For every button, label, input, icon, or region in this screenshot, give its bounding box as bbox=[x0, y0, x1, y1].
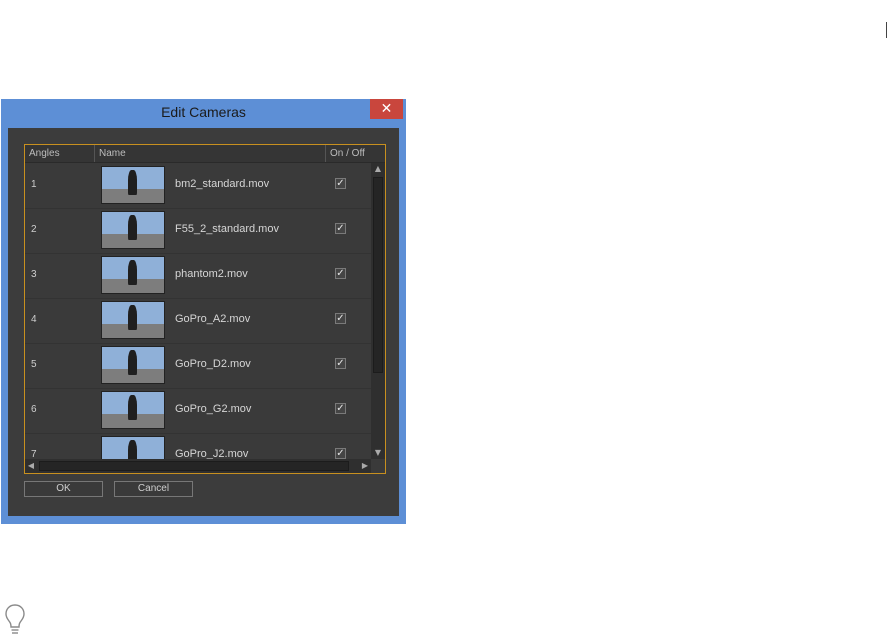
camera-row[interactable]: 3 phantom2.mov ✓ bbox=[25, 253, 371, 299]
page-edge-mark bbox=[886, 22, 887, 38]
angle-number: 2 bbox=[31, 224, 37, 235]
angle-number: 7 bbox=[31, 449, 37, 459]
clip-name: phantom2.mov bbox=[175, 268, 248, 280]
clip-name: GoPro_J2.mov bbox=[175, 448, 249, 459]
scroll-down-arrow-icon[interactable]: ▼ bbox=[371, 447, 385, 459]
on-off-checkbox[interactable]: ✓ bbox=[335, 403, 346, 414]
vertical-scroll-thumb[interactable] bbox=[373, 177, 383, 373]
clip-name: bm2_standard.mov bbox=[175, 178, 270, 190]
thumbnail-skater bbox=[128, 349, 137, 376]
angle-number: 1 bbox=[31, 179, 37, 190]
on-off-checkbox[interactable]: ✓ bbox=[335, 178, 346, 189]
on-off-checkbox[interactable]: ✓ bbox=[335, 358, 346, 369]
on-off-checkbox[interactable]: ✓ bbox=[335, 268, 346, 279]
camera-row[interactable]: 5 GoPro_D2.mov ✓ bbox=[25, 343, 371, 389]
clip-thumbnail bbox=[101, 391, 165, 429]
camera-row[interactable]: 2 F55_2_standard.mov ✓ bbox=[25, 208, 371, 254]
angle-number: 5 bbox=[31, 359, 37, 370]
column-header-name[interactable]: Name bbox=[95, 145, 325, 162]
scroll-right-arrow-icon[interactable]: ▶ bbox=[359, 459, 371, 473]
cancel-button[interactable]: Cancel bbox=[114, 481, 193, 497]
clip-thumbnail bbox=[101, 211, 165, 249]
camera-row[interactable]: 1 bm2_standard.mov ✓ bbox=[25, 163, 371, 209]
thumbnail-skater bbox=[128, 214, 137, 241]
column-header-angles[interactable]: Angles bbox=[25, 145, 95, 162]
lightbulb-icon bbox=[5, 604, 25, 634]
ok-button[interactable]: OK bbox=[24, 481, 103, 497]
on-off-checkbox[interactable]: ✓ bbox=[335, 223, 346, 234]
dialog-client-area: Angles Name On / Off 1 bm2_standard.mov ✓ 2… bbox=[8, 128, 399, 516]
thumbnail-skater bbox=[128, 394, 137, 421]
on-off-checkbox[interactable]: ✓ bbox=[335, 313, 346, 324]
on-off-checkbox[interactable]: ✓ bbox=[335, 448, 346, 459]
column-header-onoff[interactable]: On / Off bbox=[325, 145, 375, 162]
clip-thumbnail bbox=[101, 436, 165, 459]
angle-number: 6 bbox=[31, 404, 37, 415]
clip-name: GoPro_G2.mov bbox=[175, 403, 252, 415]
scroll-up-arrow-icon[interactable]: ▲ bbox=[371, 163, 385, 175]
thumbnail-skater bbox=[128, 259, 137, 286]
clip-thumbnail bbox=[101, 166, 165, 204]
edit-cameras-dialog: Edit Cameras ✕ Angles Name On / Off 1 bm2… bbox=[1, 99, 406, 524]
camera-row[interactable]: 4 GoPro_A2.mov ✓ bbox=[25, 298, 371, 344]
horizontal-scrollbar[interactable]: ◀ ▶ bbox=[25, 459, 371, 473]
close-button[interactable]: ✕ bbox=[370, 99, 403, 119]
clip-thumbnail bbox=[101, 256, 165, 294]
angle-number: 3 bbox=[31, 269, 37, 280]
angle-number: 4 bbox=[31, 314, 37, 325]
horizontal-scroll-thumb[interactable] bbox=[39, 461, 349, 471]
clip-name: GoPro_A2.mov bbox=[175, 313, 251, 325]
thumbnail-skater bbox=[128, 169, 137, 196]
clip-thumbnail bbox=[101, 346, 165, 384]
thumbnail-skater bbox=[128, 439, 137, 459]
scroll-left-arrow-icon[interactable]: ◀ bbox=[25, 459, 37, 473]
camera-row[interactable]: 7 GoPro_J2.mov ✓ bbox=[25, 433, 371, 459]
thumbnail-skater bbox=[128, 304, 137, 331]
camera-row[interactable]: 6 GoPro_G2.mov ✓ bbox=[25, 388, 371, 434]
vertical-scrollbar[interactable]: ▲ ▼ bbox=[371, 163, 385, 459]
list-header: Angles Name On / Off bbox=[25, 145, 385, 163]
camera-rows: 1 bm2_standard.mov ✓ 2 F55_2_standard.mov ✓ 3 p… bbox=[25, 163, 371, 459]
dialog-title: Edit Cameras bbox=[161, 104, 246, 120]
clip-name: F55_2_standard.mov bbox=[175, 223, 279, 235]
close-icon: ✕ bbox=[380, 101, 393, 117]
camera-list-panel: Angles Name On / Off 1 bm2_standard.mov ✓ 2… bbox=[24, 144, 386, 474]
clip-name: GoPro_D2.mov bbox=[175, 358, 251, 370]
clip-thumbnail bbox=[101, 301, 165, 339]
